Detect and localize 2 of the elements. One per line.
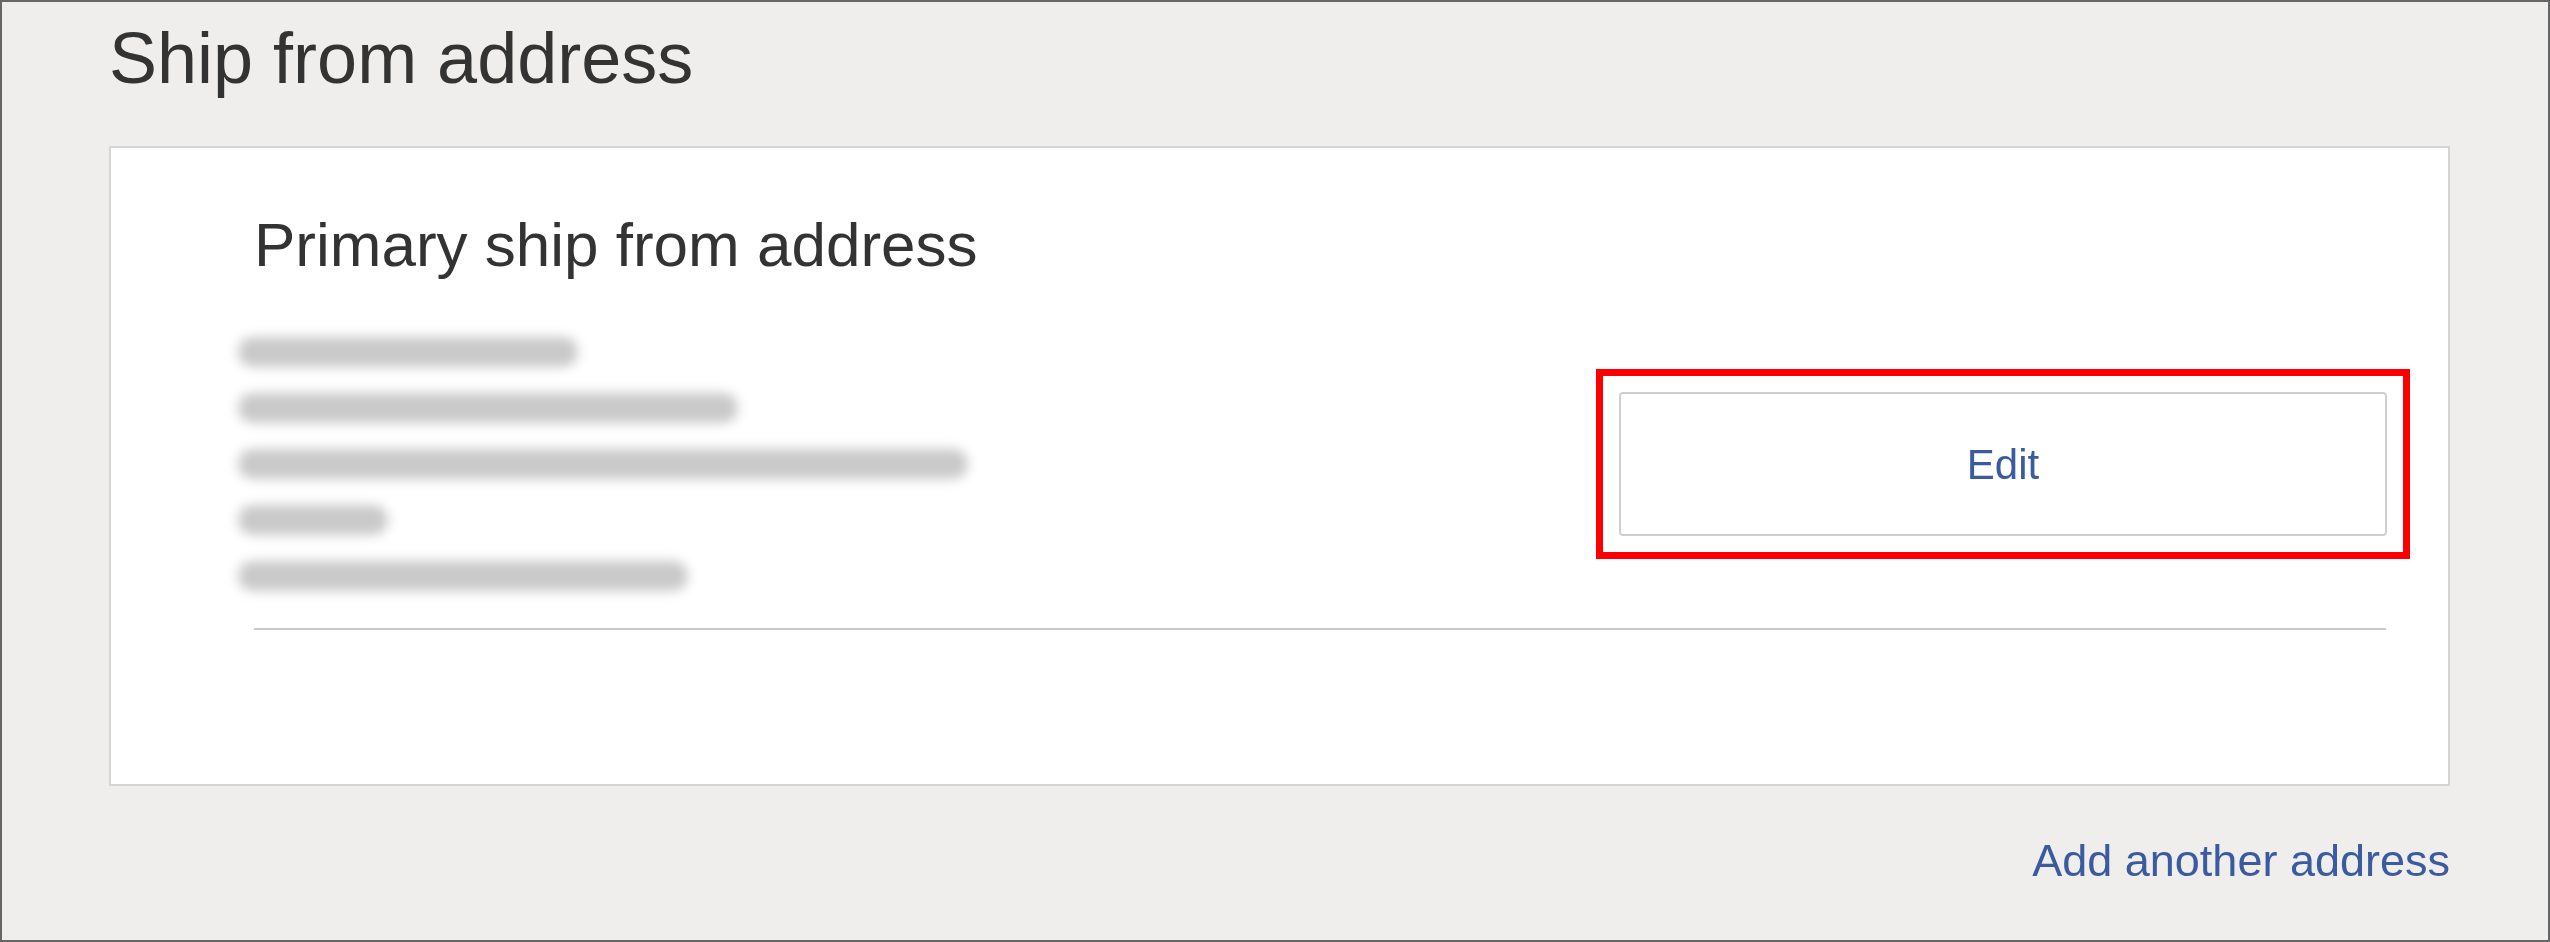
edit-button[interactable]: Edit	[1619, 392, 2387, 536]
add-address-link[interactable]: Add another address	[2032, 838, 2450, 883]
